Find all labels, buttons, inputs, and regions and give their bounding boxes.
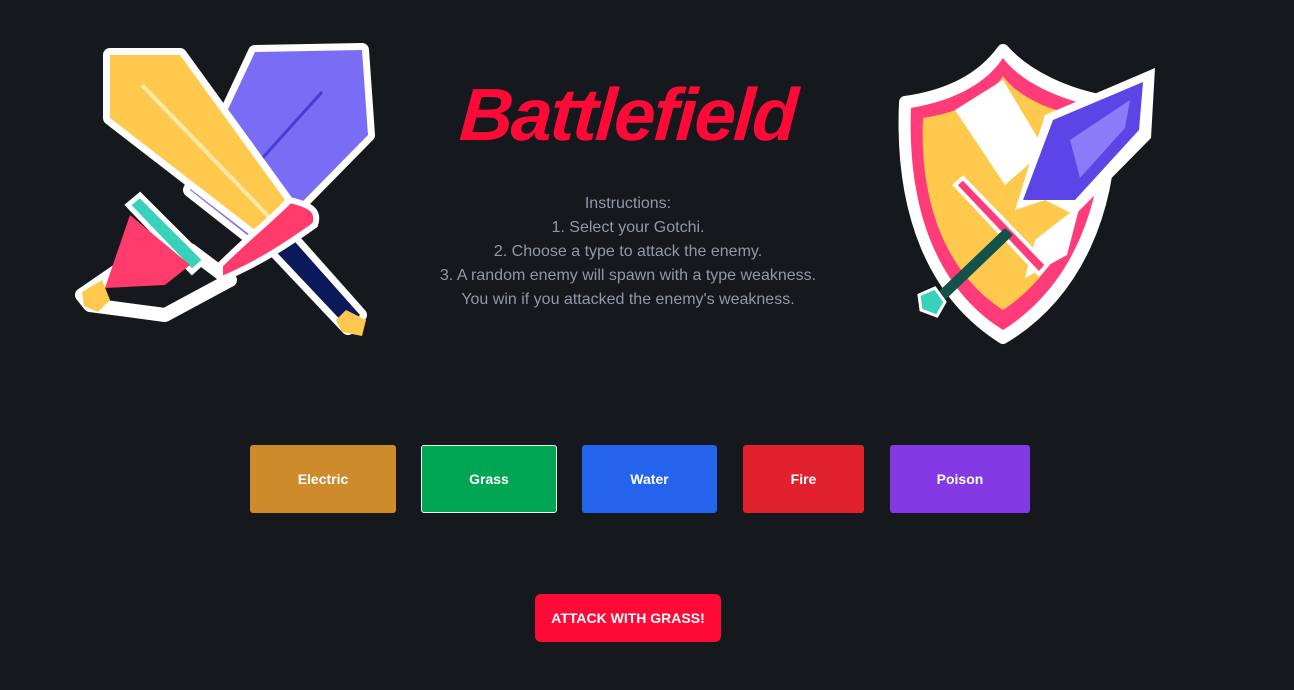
type-button-fire[interactable]: Fire xyxy=(743,445,864,513)
type-button-poison[interactable]: Poison xyxy=(890,445,1030,513)
shield-sword-icon xyxy=(898,44,1155,344)
type-button-water[interactable]: Water xyxy=(582,445,717,513)
attack-button[interactable]: ATTACK WITH GRASS! xyxy=(535,594,721,642)
type-button-grass[interactable]: Grass xyxy=(421,445,557,513)
type-button-electric[interactable]: Electric xyxy=(250,445,396,513)
type-selector: Electric Grass Water Fire Poison xyxy=(0,445,1294,513)
battlefield-page: Battlefield Instructions: 1. Select your… xyxy=(0,0,1294,690)
